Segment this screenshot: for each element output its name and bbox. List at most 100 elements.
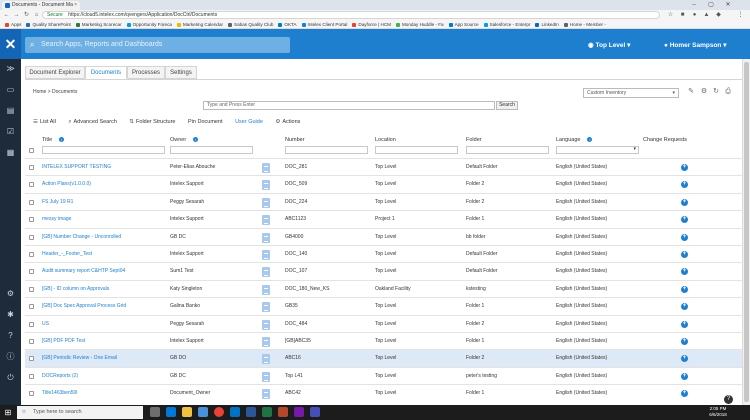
table-row[interactable]: [GB] Doc Spec Approval Process Grid Galin… — [25, 297, 742, 314]
row-checkbox[interactable] — [29, 304, 34, 310]
document-file-icon[interactable] — [262, 336, 270, 347]
title-cell[interactable]: Title1463ben50l — [42, 385, 164, 402]
pin-document-button[interactable]: Pin Document — [188, 119, 223, 125]
bookmark-item[interactable]: Marketing Scorecar — [75, 20, 122, 28]
title-cell[interactable]: [GB] Doc Spec Approval Process Grid — [42, 298, 164, 315]
title-cell[interactable]: US — [42, 316, 164, 333]
table-row[interactable]: US Peggy Sesarah DOC_484 Top Level Folder 2 E… — [25, 314, 742, 333]
select-all-checkbox[interactable] — [29, 148, 34, 153]
taskbar-search-input[interactable]: ○ Type here to search — [17, 406, 143, 419]
bookmark-item[interactable]: Monday Huddle - Fa — [395, 20, 444, 28]
gear-icon[interactable]: ✱ — [0, 308, 21, 322]
title-cell[interactable]: Header_-_Footer_Test — [42, 246, 164, 263]
bookmark-item[interactable]: Marketing Calendar — [176, 20, 223, 28]
add-change-request-icon[interactable]: + — [681, 303, 688, 311]
row-checkbox[interactable] — [29, 217, 34, 223]
location-selector[interactable]: ◉ Top Level ▾ — [588, 41, 630, 49]
owner-filter-input[interactable] — [170, 146, 253, 154]
add-change-request-icon[interactable]: + — [681, 216, 688, 224]
document-file-icon[interactable] — [262, 215, 270, 226]
tab-document-explorer[interactable]: Document Explorer — [25, 66, 85, 79]
info-icon[interactable]: i — [59, 137, 65, 142]
info-icon[interactable]: ⓘ — [0, 350, 21, 364]
advanced-search-button[interactable]: ⌕ Advanced Search — [68, 119, 117, 126]
global-search-input[interactable]: ⌕ Search Apps, Reports and Dashboards — [25, 37, 290, 53]
word-icon[interactable] — [246, 407, 256, 417]
tasks-icon[interactable]: ☑ — [0, 125, 21, 139]
bookmark-item[interactable]: Quality SharePoint — [26, 20, 71, 28]
location-filter-input[interactable] — [375, 146, 458, 154]
close-tab-icon[interactable]: × — [74, 1, 77, 10]
document-file-icon[interactable] — [262, 267, 270, 278]
title-cell[interactable]: [GB] Number Change - Unconrolled — [42, 229, 164, 246]
url-bar[interactable]: Secure https://cloud5.intelex.com/qvenge… — [42, 11, 660, 19]
row-checkbox[interactable] — [29, 286, 34, 292]
table-row[interactable]: [GB] - ID column on Approvals Katy Single… — [25, 279, 742, 297]
calendar-icon[interactable]: ▦ — [0, 146, 21, 160]
bookmark-item[interactable]: Salesforce - Enterpr — [483, 20, 530, 28]
home-icon[interactable]: ⌂ — [32, 10, 41, 20]
bookmark-item[interactable]: App Source — [448, 20, 479, 28]
task-view-icon[interactable] — [150, 407, 160, 417]
help-icon[interactable]: ? — [724, 395, 733, 404]
tab-processes[interactable]: Processes — [127, 66, 165, 79]
title-cell[interactable]: [GB] Periodic Review - One Email — [42, 350, 164, 367]
print-icon[interactable]: ⎙ — [723, 87, 733, 97]
bookmark-item[interactable]: Dayforce | HCM — [352, 20, 391, 28]
column-header-language[interactable]: Language i — [556, 137, 593, 143]
tab-settings[interactable]: Settings — [165, 66, 197, 79]
file-explorer-icon[interactable] — [182, 407, 192, 417]
title-cell[interactable]: INTELEX SUPPORT TESTING — [42, 159, 164, 176]
table-row[interactable]: INTELEX SUPPORT TESTING Peter-Elias Abouc… — [25, 158, 742, 175]
row-checkbox[interactable] — [29, 269, 34, 275]
title-cell[interactable]: Audit summary report C&HTP Sept04 — [42, 263, 164, 280]
edge-icon[interactable] — [166, 407, 176, 417]
back-icon[interactable]: ← — [2, 10, 11, 20]
help-icon[interactable]: ? — [0, 329, 21, 343]
number-filter-input[interactable] — [285, 146, 368, 154]
document-file-icon[interactable] — [262, 163, 270, 173]
document-file-icon[interactable] — [262, 284, 270, 295]
table-row[interactable]: [GB] PDF PDF Test Intelex Support [GB]ABC3… — [25, 331, 742, 349]
add-change-request-icon[interactable]: + — [681, 372, 688, 380]
add-change-request-icon[interactable]: + — [681, 250, 688, 258]
tab-documents[interactable]: Documents — [85, 66, 127, 79]
excel-icon[interactable] — [262, 407, 272, 417]
add-change-request-icon[interactable]: + — [681, 355, 688, 363]
folder-filter-input[interactable] — [466, 146, 549, 154]
bookmark-item[interactable]: Sabas Quality Club — [228, 20, 273, 28]
filter-input[interactable]: Type and Press Enter — [203, 101, 495, 110]
powerpoint-icon[interactable] — [278, 407, 288, 417]
add-change-request-icon[interactable]: + — [681, 320, 688, 328]
document-file-icon[interactable] — [262, 249, 270, 260]
row-checkbox[interactable] — [29, 391, 34, 397]
dashboard-icon[interactable]: ▭ — [0, 83, 21, 97]
settings-icon[interactable]: ⚙ — [699, 87, 709, 97]
scrollbar-thumb[interactable] — [744, 62, 749, 402]
table-row[interactable]: [GB] Number Change - Unconrolled GB DC GB4… — [25, 227, 742, 246]
add-change-request-icon[interactable]: + — [681, 198, 688, 206]
document-file-icon[interactable] — [262, 354, 270, 365]
document-file-icon[interactable] — [262, 197, 270, 208]
row-checkbox[interactable] — [29, 182, 34, 188]
document-file-icon[interactable] — [262, 371, 270, 382]
settings-icon[interactable]: ⚙ — [0, 287, 21, 301]
table-row[interactable]: DOCReports (2) GB DC Top L41 Top Level peter… — [25, 366, 742, 384]
user-menu[interactable]: ● Homer Sampson ▾ — [664, 41, 726, 49]
row-checkbox[interactable] — [29, 234, 34, 240]
edit-icon[interactable]: ✎ — [686, 87, 696, 97]
table-row[interactable]: messy image Intelex Support ABC1123 Project… — [25, 210, 742, 227]
breadcrumb[interactable]: Home > Documents — [33, 89, 77, 95]
view-select[interactable]: Custom Inventory ▾ — [583, 88, 679, 98]
browser-menu-icon[interactable]: ⋮ — [736, 10, 745, 20]
bookmark-item[interactable]: Intelex Client Portal — [301, 20, 347, 28]
language-filter-select[interactable]: ▾ — [556, 146, 639, 154]
add-change-request-icon[interactable]: + — [681, 268, 688, 276]
folder-structure-button[interactable]: ⇅ Folder Structure — [129, 119, 175, 125]
table-row[interactable]: Action Plans(v1.0.0.0) Intelex Support DOC… — [25, 175, 742, 192]
row-checkbox[interactable] — [29, 199, 34, 205]
info-icon[interactable]: i — [193, 137, 199, 142]
maximize-window-icon[interactable]: ▢ — [703, 0, 719, 10]
title-cell[interactable]: FS July 19 R1 — [42, 194, 164, 211]
expand-nav-icon[interactable]: ≫ — [0, 62, 21, 76]
